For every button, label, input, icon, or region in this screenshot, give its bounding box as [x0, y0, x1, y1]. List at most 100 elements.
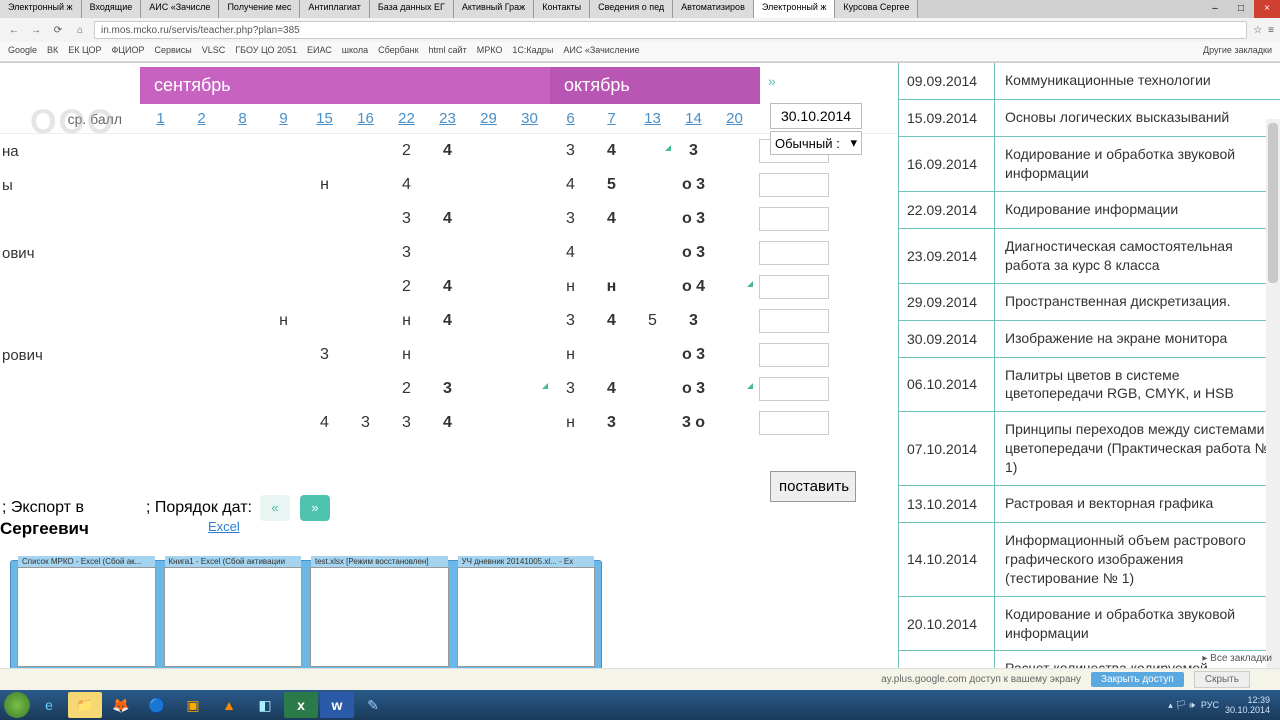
export-excel-link[interactable]: Excel	[208, 519, 240, 534]
grade-cell[interactable]: 4	[427, 414, 468, 432]
app-icon[interactable]: ▣	[176, 692, 210, 718]
grade-cell[interactable]: н	[304, 176, 345, 194]
grade-cell[interactable]: о 3	[673, 176, 714, 194]
grade-cell[interactable]: 4	[427, 142, 468, 160]
tab[interactable]: Курсова Сергее	[835, 0, 918, 18]
day-header[interactable]: 16	[345, 110, 386, 127]
page-next-button[interactable]: »	[300, 495, 330, 521]
topic-row[interactable]: 30.09.2014Изображение на экране монитора	[899, 321, 1280, 358]
vlc-icon[interactable]: ▲	[212, 692, 246, 718]
topic-row[interactable]: 13.10.2014Растровая и векторная графика	[899, 486, 1280, 523]
grade-cell[interactable]: 3	[550, 142, 591, 160]
grade-cell[interactable]: 3	[550, 380, 591, 398]
tab[interactable]: Антиплагиат	[300, 0, 370, 18]
grade-cell[interactable]: 4	[386, 176, 427, 194]
tab[interactable]: Входящие	[82, 0, 142, 18]
day-header[interactable]: 23	[427, 110, 468, 127]
grade-cell[interactable]: 3	[550, 210, 591, 228]
bookmark[interactable]: VLSC	[202, 45, 226, 58]
task-preview-item[interactable]: УЧ дневник 20141005.xl... - Ex	[457, 567, 596, 667]
grade-cell[interactable]: 4	[427, 210, 468, 228]
task-preview-item[interactable]: Список МРКО - Excel (Сбой ак...	[17, 567, 156, 667]
firefox-icon[interactable]: 🦊	[104, 692, 138, 718]
grade-cell[interactable]: 3	[591, 414, 632, 432]
grade-cell[interactable]: о 3	[673, 346, 714, 364]
next-month-icon[interactable]: »	[760, 67, 784, 104]
bookmark-other[interactable]: Другие закладки	[1203, 45, 1272, 58]
topic-row[interactable]: 06.10.2014Палитры цветов в системе цвето…	[899, 358, 1280, 413]
task-preview-item[interactable]: Книга1 - Excel (Сбой активации	[164, 567, 303, 667]
grade-cell[interactable]: 5	[591, 176, 632, 194]
day-header[interactable]: 30	[509, 110, 550, 127]
grade-cell[interactable]: 4	[304, 414, 345, 432]
grade-cell[interactable]: 3	[386, 244, 427, 262]
menu-icon[interactable]: ≡	[1268, 25, 1274, 36]
grade-cell[interactable]: 4	[550, 244, 591, 262]
scrollbar[interactable]	[1266, 119, 1280, 673]
bookmark[interactable]: школа	[342, 45, 368, 58]
start-button[interactable]	[4, 692, 30, 718]
hide-button[interactable]: Скрыть	[1194, 671, 1250, 688]
day-header[interactable]: 22	[386, 110, 427, 127]
tray-lang[interactable]: РУС	[1201, 700, 1219, 710]
back-button[interactable]: ←	[6, 25, 22, 36]
topic-row[interactable]: 07.10.2014Принципы переходов между систе…	[899, 412, 1280, 486]
day-header[interactable]: 2	[181, 110, 222, 127]
day-header[interactable]: 9	[263, 110, 304, 127]
grade-cell[interactable]: 2	[386, 278, 427, 296]
home-button[interactable]: ⌂	[72, 25, 88, 36]
bookmark[interactable]: ВК	[47, 45, 58, 58]
tab[interactable]: Активный Грaж	[454, 0, 534, 18]
minimize-button[interactable]: –	[1202, 0, 1228, 18]
grade-type-select[interactable]: Обычный :▾	[770, 131, 862, 155]
lesson-date-input[interactable]: 30.10.2014	[770, 103, 862, 129]
grade-cell[interactable]: н	[550, 414, 591, 432]
grade-cell[interactable]: н	[263, 312, 304, 330]
grade-cell[interactable]: 3	[304, 346, 345, 364]
bookmark[interactable]: ГБОУ ЦО 2051	[235, 45, 297, 58]
bookmark[interactable]: ЕИАС	[307, 45, 332, 58]
app-icon[interactable]: ◧	[248, 692, 282, 718]
tab[interactable]: Получение мес	[219, 0, 300, 18]
grade-cell[interactable]: о 3	[673, 244, 714, 262]
day-header[interactable]: 6	[550, 110, 591, 127]
word-icon[interactable]: w	[320, 692, 354, 718]
topic-row[interactable]: 16.09.2014Кодирование и обработка звуков…	[899, 137, 1280, 192]
grade-cell[interactable]: 4	[427, 312, 468, 330]
maximize-button[interactable]: □	[1228, 0, 1254, 18]
day-header[interactable]: 13	[632, 110, 673, 127]
topic-row[interactable]: 29.09.2014Пространственная дискретизация…	[899, 284, 1280, 321]
close-button[interactable]: ×	[1254, 0, 1280, 18]
grade-cell[interactable]: 3	[673, 142, 714, 160]
reload-button[interactable]: ⟳	[50, 25, 66, 36]
grade-cell[interactable]: 3	[386, 414, 427, 432]
topic-row[interactable]: 22.09.2014Кодирование информации	[899, 192, 1280, 229]
tray-icons[interactable]: ▴ 🏳 🕪	[1168, 700, 1195, 711]
grade-cell[interactable]: 4	[591, 210, 632, 228]
bookmark[interactable]: МРКО	[477, 45, 503, 58]
grade-cell[interactable]: 3	[386, 210, 427, 228]
tab[interactable]: Контакты	[534, 0, 590, 18]
grade-cell[interactable]: н	[386, 312, 427, 330]
grade-cell[interactable]: 4	[591, 380, 632, 398]
explorer-icon[interactable]: 📁	[68, 692, 102, 718]
grade-cell[interactable]: 5	[632, 312, 673, 330]
topic-row[interactable]: 20.10.2014Кодирование и обработка звуков…	[899, 597, 1280, 652]
grade-cell[interactable]: 3	[673, 312, 714, 330]
tab[interactable]: Электронный ж	[0, 0, 82, 18]
bookmark[interactable]: ЕК ЦОР	[68, 45, 101, 58]
grade-cell[interactable]: 3	[427, 380, 468, 398]
grade-cell[interactable]: 3 о	[673, 414, 714, 432]
tab[interactable]: АИС «Зачисле	[141, 0, 219, 18]
grade-cell[interactable]: 4	[591, 142, 632, 160]
grade-cell[interactable]: н	[386, 346, 427, 364]
tab-active[interactable]: Электронный ж	[754, 0, 836, 18]
grade-cell[interactable]: 2	[386, 142, 427, 160]
bookmark[interactable]: html сайт	[429, 45, 467, 58]
topic-row[interactable]: 23.09.2014Диагностическая самостоятельна…	[899, 229, 1280, 284]
grade-cell[interactable]: 3	[550, 312, 591, 330]
day-header[interactable]: 1	[140, 110, 181, 127]
close-access-button[interactable]: Закрыть доступ	[1091, 672, 1184, 687]
day-header[interactable]: 29	[468, 110, 509, 127]
app-icon[interactable]: ✎	[356, 692, 390, 718]
